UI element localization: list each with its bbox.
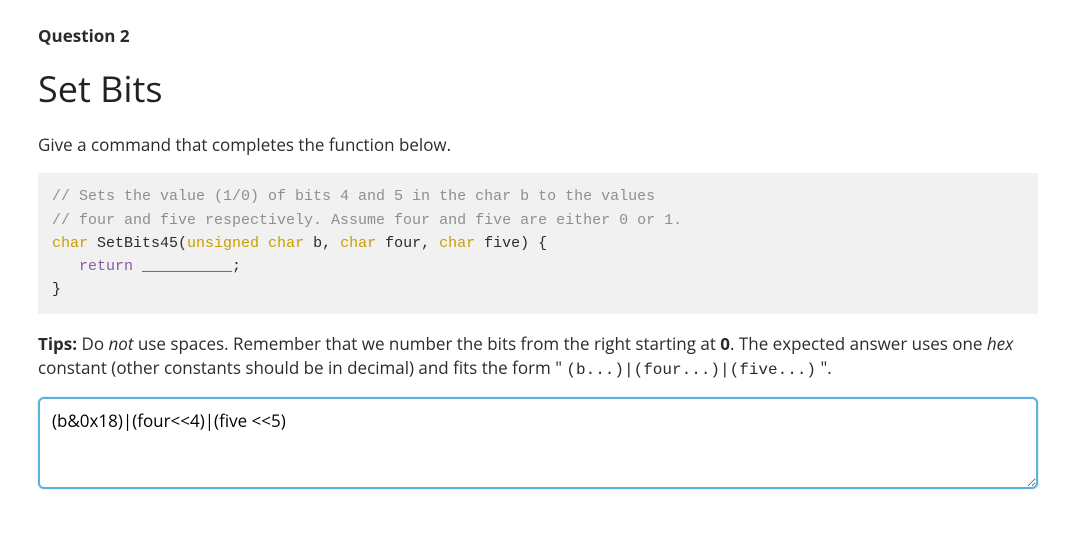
tips-span: . The expected answer uses one	[730, 332, 987, 355]
tips-label: Tips:	[38, 332, 77, 355]
code-text: b,	[304, 235, 340, 252]
code-text: __________;	[133, 258, 241, 275]
code-keyword: return	[79, 258, 133, 275]
code-type: unsigned char	[187, 235, 304, 252]
code-text: four,	[376, 235, 439, 252]
page-title: Set Bits	[38, 63, 1038, 115]
tips-em-not: not	[109, 332, 134, 355]
code-type: char	[340, 235, 376, 252]
tips-span: constant (other constants should be in d…	[38, 356, 566, 379]
tips-code-form: (b...)|(four...)|(five...)	[566, 361, 816, 379]
code-text: }	[52, 281, 61, 298]
answer-input[interactable]	[38, 397, 1038, 489]
code-block: // Sets the value (1/0) of bits 4 and 5 …	[38, 173, 1038, 313]
tips-text: Tips: Do not use spaces. Remember that w…	[38, 332, 1038, 383]
code-comment: // Sets the value (1/0) of bits 4 and 5 …	[52, 188, 655, 205]
code-type: char	[52, 235, 88, 252]
code-comment: // four and five respectively. Assume fo…	[52, 212, 682, 229]
code-text: SetBits45(	[88, 235, 187, 252]
code-type: char	[439, 235, 475, 252]
question-prompt: Give a command that completes the functi…	[38, 133, 1038, 158]
question-label: Question 2	[38, 24, 1038, 49]
tips-zero: 0	[720, 332, 730, 355]
tips-span: ".	[816, 356, 832, 379]
tips-em-hex: hex	[987, 332, 1013, 355]
code-text: five) {	[475, 235, 547, 252]
tips-span: use spaces. Remember that we number the …	[133, 332, 720, 355]
tips-span: Do	[77, 332, 108, 355]
